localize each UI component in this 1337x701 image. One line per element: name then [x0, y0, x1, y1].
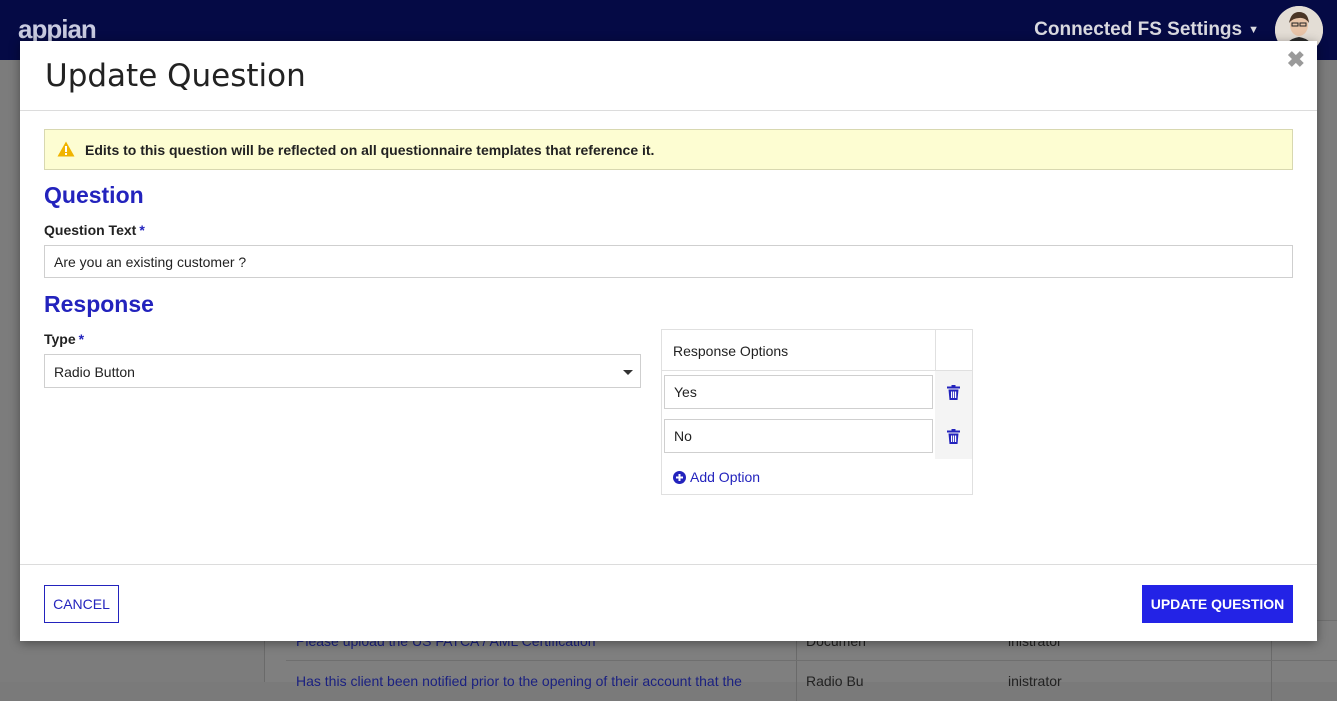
question-link[interactable]: Has this client been notified prior to t…: [296, 673, 786, 689]
option-field-no[interactable]: [665, 420, 932, 452]
caret-down-icon: [622, 365, 634, 383]
close-icon[interactable]: ✖: [1287, 47, 1305, 73]
column-divider: [796, 661, 797, 701]
dialog-title: Update Question: [45, 58, 306, 94]
update-question-dialog: Update Question ✖ Edits to this question…: [20, 41, 1317, 641]
response-section-title: Response: [44, 291, 154, 317]
column-divider: [1271, 661, 1272, 701]
question-text-label: Question Text *: [44, 222, 145, 238]
add-option-link[interactable]: Add Option: [673, 469, 760, 485]
question-text-field[interactable]: [45, 246, 1292, 277]
required-marker: *: [78, 331, 85, 347]
response-option-row: [662, 415, 972, 459]
response-options-header-label: Response Options: [673, 343, 789, 359]
warning-banner: Edits to this question will be reflected…: [44, 129, 1293, 170]
type-label: Type *: [44, 331, 84, 347]
question-section-title: Question: [44, 182, 144, 208]
option-input[interactable]: [664, 419, 933, 453]
required-marker: *: [139, 222, 145, 238]
column-divider: [935, 330, 936, 370]
cancel-button[interactable]: CANCEL: [44, 585, 119, 623]
warning-icon: [57, 141, 75, 162]
settings-menu-label: Connected FS Settings: [1034, 19, 1243, 40]
type-cell: Radio Bu: [806, 673, 864, 689]
question-text-label-text: Question Text: [44, 222, 137, 238]
response-options-header: Response Options: [662, 330, 972, 371]
dialog-header: Update Question ✖: [20, 41, 1317, 111]
table-row[interactable]: Has this client been notified prior to t…: [286, 660, 1337, 701]
option-field-yes[interactable]: [665, 376, 932, 408]
owner-cell: inistrator: [1008, 673, 1062, 689]
type-label-text: Type: [44, 331, 76, 347]
trash-icon[interactable]: [947, 429, 960, 449]
option-input[interactable]: [664, 375, 933, 409]
warning-text: Edits to this question will be reflected…: [85, 142, 655, 158]
plus-circle-icon: [673, 471, 686, 484]
update-question-button[interactable]: UPDATE QUESTION: [1142, 585, 1293, 623]
trash-icon[interactable]: [947, 385, 960, 405]
response-type-value: Radio Button: [54, 364, 135, 380]
response-options-grid: Response Options Yes No Add Option: [661, 329, 973, 495]
caret-down-icon: ▼: [1248, 23, 1259, 36]
dialog-footer: CANCEL UPDATE QUESTION: [20, 564, 1317, 642]
settings-menu[interactable]: Connected FS Settings ▼: [1034, 19, 1259, 41]
response-option-row: [662, 371, 972, 415]
add-option-label: Add Option: [690, 469, 761, 485]
response-type-dropdown[interactable]: Radio Button: [44, 354, 641, 388]
question-text-input[interactable]: [44, 245, 1293, 278]
